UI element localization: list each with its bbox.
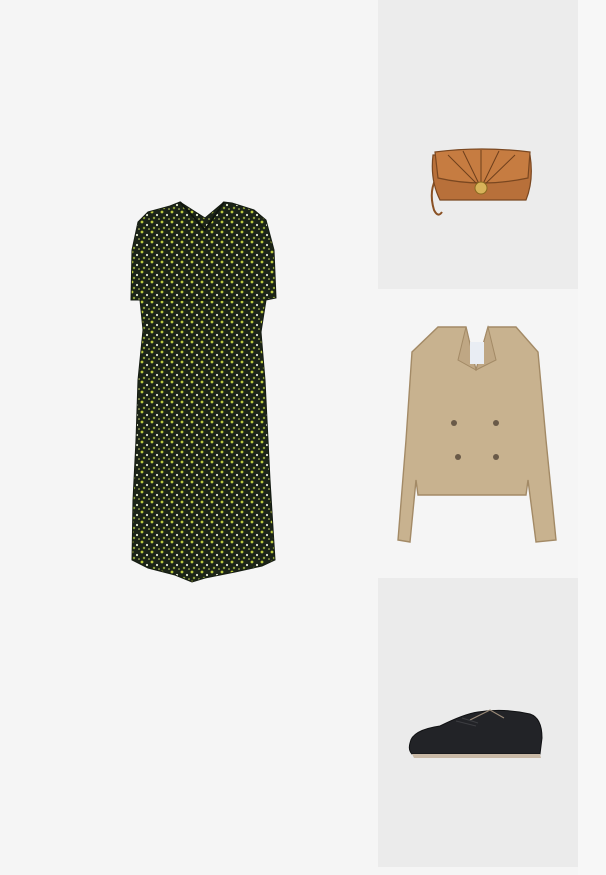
shoe-tile[interactable] bbox=[378, 578, 578, 867]
dress-tile[interactable] bbox=[0, 0, 377, 875]
beige-cropped-trench-jacket-image bbox=[397, 325, 557, 543]
floral-midi-dress-image bbox=[130, 201, 277, 583]
jacket-tile[interactable] bbox=[378, 290, 578, 577]
bag-tile[interactable] bbox=[378, 0, 578, 289]
black-leather-oxford-shoe-image bbox=[408, 709, 543, 758]
right-gutter bbox=[578, 0, 606, 875]
tan-crossbody-bag-image bbox=[430, 148, 532, 216]
